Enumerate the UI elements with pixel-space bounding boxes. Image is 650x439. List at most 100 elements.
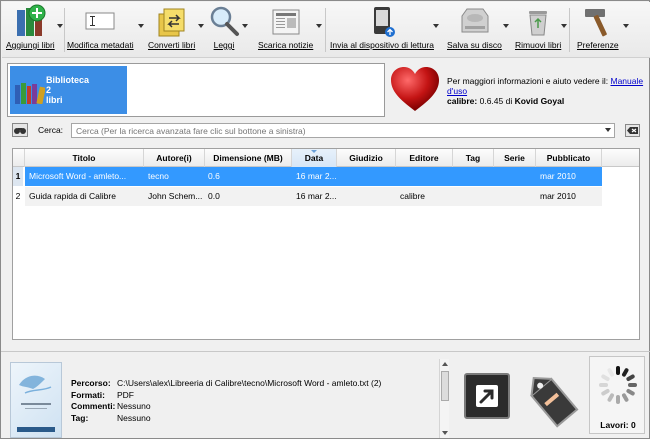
clear-search-button[interactable] bbox=[625, 124, 640, 137]
cell-author: tecno bbox=[144, 167, 205, 186]
column-header-size[interactable]: Dimensione (MB) bbox=[205, 149, 292, 167]
cell-rating bbox=[337, 167, 396, 186]
advanced-search-button[interactable] bbox=[12, 123, 28, 137]
tags-key: Tag: bbox=[71, 412, 89, 423]
path-value[interactable]: C:\Users\alex\Libreeria di Calibre\tecno… bbox=[117, 378, 381, 390]
scroll-up-arrow[interactable] bbox=[442, 362, 448, 366]
preferences-button[interactable]: Preferenze bbox=[577, 4, 619, 56]
cell-tags bbox=[453, 187, 494, 206]
calibre-window: Aggiungi libri Modifica metadati Convert… bbox=[0, 0, 650, 439]
trash-icon bbox=[521, 4, 555, 38]
library-tile[interactable]: Biblioteca 2 libri bbox=[10, 66, 127, 114]
save-to-disk-label: Salva su disco bbox=[447, 40, 502, 50]
app-author: Kovid Goyal bbox=[514, 96, 565, 106]
book-details: Percorso: C:\Users\alex\Libreeria di Cal… bbox=[71, 378, 436, 424]
column-header-date-label: Data bbox=[304, 153, 324, 163]
tag-editor-icon[interactable] bbox=[522, 363, 584, 433]
send-to-device-button[interactable]: Invia al dispositivo di lettura bbox=[330, 4, 434, 56]
search-input[interactable] bbox=[71, 123, 615, 138]
formats-key: Formati: bbox=[71, 389, 105, 400]
help-text: Per maggiori informazioni e aiuto vedere… bbox=[447, 76, 609, 86]
main-toolbar: Aggiungi libri Modifica metadati Convert… bbox=[2, 2, 650, 58]
fetch-news-button[interactable]: Scarica notizie bbox=[258, 4, 313, 56]
library-count: 2 bbox=[46, 85, 52, 95]
table-row[interactable]: 1 Microsoft Word - amleto... tecno 0.6 1… bbox=[13, 167, 639, 186]
path-key: Percorso: bbox=[71, 378, 111, 388]
newspaper-icon bbox=[269, 4, 303, 38]
open-arrow-icon bbox=[476, 385, 498, 407]
remove-books-button[interactable]: Rimuovi libri bbox=[515, 4, 561, 56]
column-header-publisher[interactable]: Editore bbox=[396, 149, 453, 167]
comments-value: Nessuno bbox=[117, 401, 151, 411]
remove-books-dropdown-arrow[interactable] bbox=[561, 24, 567, 28]
row-number: 2 bbox=[15, 191, 21, 201]
cell-title: Microsoft Word - amleto... bbox=[25, 167, 144, 186]
app-info: Per maggiori informazioni e aiuto vedere… bbox=[447, 76, 647, 106]
search-label: Cerca: bbox=[38, 125, 64, 135]
clear-icon bbox=[627, 127, 638, 134]
add-books-label: Aggiungi libri bbox=[6, 40, 55, 50]
details-row-path: Percorso: C:\Users\alex\Libreeria di Cal… bbox=[71, 378, 436, 390]
library-tile-text: Biblioteca 2 libri bbox=[46, 75, 89, 105]
fetch-news-dropdown-arrow[interactable] bbox=[316, 24, 322, 28]
search-history-dropdown[interactable] bbox=[605, 128, 611, 132]
jobs-label: Lavori: 0 bbox=[600, 420, 636, 430]
convert-books-label: Converti libri bbox=[148, 40, 196, 50]
app-name: calibre: bbox=[447, 96, 478, 106]
fetch-news-label: Scarica notizie bbox=[258, 40, 314, 50]
edit-metadata-button[interactable]: Modifica metadati bbox=[67, 4, 134, 56]
cell-series bbox=[494, 187, 536, 206]
remove-books-label: Rimuovi libri bbox=[515, 40, 562, 50]
edit-metadata-dropdown-arrow[interactable] bbox=[138, 24, 144, 28]
add-books-button[interactable]: Aggiungi libri bbox=[6, 4, 55, 56]
book-list: Titolo Autore(i) Dimensione (MB) Data Gi… bbox=[12, 148, 640, 340]
sort-indicator-icon bbox=[311, 150, 317, 153]
location-view: Biblioteca 2 libri bbox=[7, 63, 385, 117]
details-scrollbar[interactable] bbox=[439, 359, 449, 438]
convert-books-button[interactable]: Converti libri bbox=[148, 4, 195, 56]
toolbar-separator bbox=[325, 8, 326, 52]
column-header-rating[interactable]: Giudizio bbox=[337, 149, 396, 167]
column-header-published[interactable]: Pubblicato bbox=[536, 149, 602, 167]
donate-heart-icon[interactable] bbox=[389, 65, 441, 115]
send-to-device-dropdown-arrow[interactable] bbox=[433, 24, 439, 28]
book-cover-thumbnail[interactable] bbox=[10, 362, 62, 438]
add-books-dropdown-arrow[interactable] bbox=[57, 24, 63, 28]
save-to-disk-button[interactable]: Salva su disco bbox=[447, 4, 502, 56]
magnifier-icon bbox=[207, 4, 241, 38]
cell-author: John Schem... bbox=[144, 187, 205, 206]
table-header: Titolo Autore(i) Dimensione (MB) Data Gi… bbox=[13, 149, 639, 167]
details-row-tags: Tag: Nessuno bbox=[71, 413, 436, 425]
convert-books-icon bbox=[155, 4, 189, 38]
cell-size: 0.6 bbox=[205, 167, 292, 186]
column-header-author[interactable]: Autore(i) bbox=[144, 149, 205, 167]
column-header-title[interactable]: Titolo bbox=[25, 149, 144, 167]
convert-books-dropdown-arrow[interactable] bbox=[198, 24, 204, 28]
scroll-down-arrow[interactable] bbox=[442, 431, 448, 435]
edit-metadata-icon bbox=[83, 4, 117, 38]
library-count-label: libri bbox=[46, 95, 63, 105]
scroll-thumb[interactable] bbox=[441, 371, 449, 401]
column-header-tags[interactable]: Tag bbox=[453, 149, 494, 167]
read-dropdown-arrow[interactable] bbox=[242, 24, 248, 28]
read-button[interactable]: Leggi bbox=[207, 4, 241, 56]
preferences-label: Preferenze bbox=[577, 40, 619, 50]
column-header-series[interactable]: Serie bbox=[494, 149, 536, 167]
row-number: 1 bbox=[13, 167, 23, 186]
splitter[interactable] bbox=[1, 351, 650, 352]
add-books-icon bbox=[13, 4, 47, 38]
details-row-comments: Commenti: Nessuno bbox=[71, 401, 436, 413]
table-row[interactable]: 2 Guida rapida di Calibre John Schem... … bbox=[13, 187, 639, 206]
open-book-button[interactable] bbox=[464, 373, 510, 419]
save-to-disk-dropdown-arrow[interactable] bbox=[503, 24, 509, 28]
cell-published: mar 2010 bbox=[536, 167, 602, 186]
edit-metadata-label: Modifica metadati bbox=[67, 40, 134, 50]
cell-date: 16 mar 2... bbox=[292, 187, 337, 206]
formats-value[interactable]: PDF bbox=[117, 390, 134, 402]
preferences-dropdown-arrow[interactable] bbox=[623, 24, 629, 28]
jobs-indicator[interactable]: Lavori: 0 bbox=[589, 356, 645, 434]
hard-disk-icon bbox=[457, 4, 491, 38]
app-version: 0.6.45 di bbox=[477, 96, 515, 106]
send-to-device-label: Invia al dispositivo di lettura bbox=[330, 40, 434, 50]
column-header-date[interactable]: Data bbox=[292, 149, 337, 167]
